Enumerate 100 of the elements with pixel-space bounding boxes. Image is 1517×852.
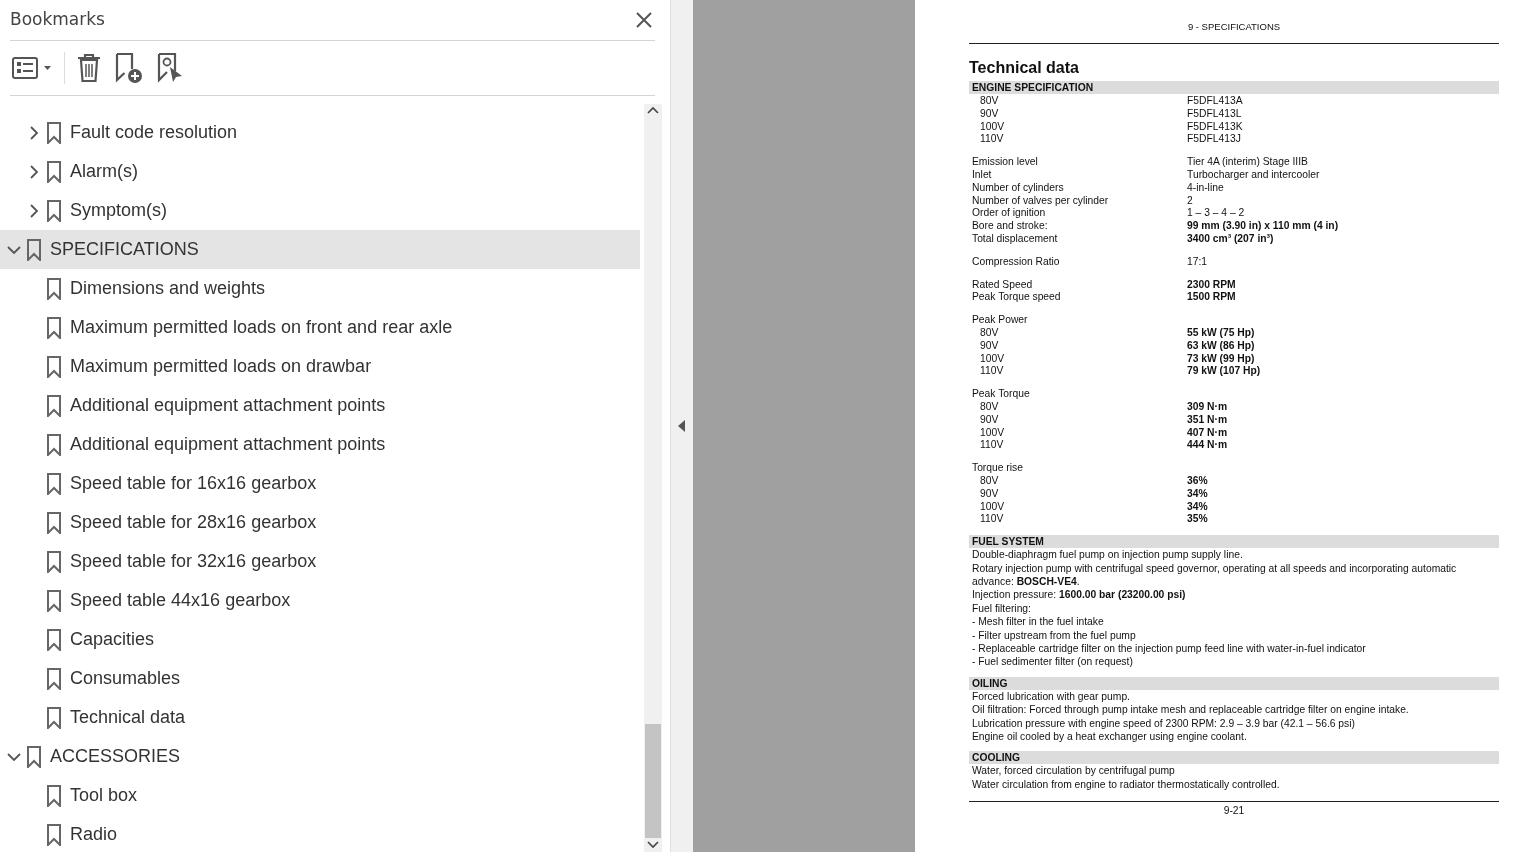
spec-label: 110V	[979, 132, 1005, 146]
panel-title: Bookmarks	[10, 8, 105, 32]
bookmark-icon	[46, 199, 62, 222]
bookmark-item[interactable]: Speed table for 28x16 gearbox	[0, 503, 640, 542]
spec-text: Injection pressure: 1600.00 bar (23200.00 psi)	[971, 588, 1187, 602]
bookmark-item[interactable]: Speed table for 32x16 gearbox	[0, 542, 640, 581]
bookmark-item[interactable]: Symptom(s)	[0, 191, 640, 230]
bookmark-icon	[46, 433, 62, 456]
spec-value: F5DFL413A	[1187, 94, 1243, 107]
spec-label: Torque rise	[972, 461, 1024, 474]
spec-text: Rotary injection pump with centrifugal speed governor, operating at all speeds and incorporating automatic advance: BOSCH-VE4.	[971, 561, 1458, 589]
spec-label: 90V	[979, 486, 1000, 500]
bookmark-icon	[46, 550, 62, 573]
bookmark-item[interactable]: SPECIFICATIONS	[0, 230, 640, 269]
spec-text: Lubrication pressure with engine speed of 2300 RPM: 2.9 – 3.9 bar (42.1 – 56.6 psi)	[971, 716, 1356, 730]
spec-value: 36%	[1187, 473, 1208, 487]
page-heading: Technical data	[969, 58, 1080, 78]
spec-label: Emission level	[972, 155, 1039, 168]
spec-label: Compression Ratio	[972, 254, 1061, 268]
spec-text: Water circulation from engine to radiator thermostatically controlled.	[971, 777, 1281, 792]
spec-value: 1500 RPM	[1187, 290, 1236, 304]
section-heading: FUEL SYSTEM	[969, 535, 1499, 549]
spec-label: 80V	[979, 94, 1000, 107]
section-heading: OILING	[969, 676, 1499, 690]
spec-text: Water, forced circulation by centrifugal pump	[971, 764, 1176, 778]
spec-label: Peak Torque speed	[972, 290, 1062, 304]
spec-text: - Filter upstream from the fuel pump	[971, 628, 1137, 642]
bookmark-item[interactable]: Additional equipment attachment points	[0, 386, 640, 425]
bookmark-item[interactable]: Radio	[0, 815, 640, 852]
bookmark-item[interactable]: Alarm(s)	[0, 152, 640, 191]
spec-value: 3400 cm³ (207 in³)	[1187, 231, 1274, 245]
section-heading: COOLING	[969, 751, 1499, 765]
spec-label: Number of cylinders	[972, 180, 1065, 194]
bookmark-item[interactable]: Maximum permitted loads on front and rear axle	[0, 308, 640, 347]
spec-value: 4-in-line	[1187, 180, 1224, 194]
spec-label: 90V	[979, 412, 1000, 426]
spec-label: 100V	[979, 351, 1006, 365]
bookmark-item[interactable]: Consumables	[0, 659, 640, 698]
spec-text: Fuel filtering:	[971, 601, 1032, 616]
spec-label: 110V	[979, 438, 1005, 452]
bookmark-icon	[46, 823, 62, 846]
spec-value: 34%	[1187, 486, 1208, 500]
bookmark-item[interactable]: Speed table for 16x16 gearbox	[0, 464, 640, 503]
bookmark-icon	[46, 784, 62, 807]
bookmark-icon	[46, 160, 62, 183]
spec-label: 100V	[979, 119, 1006, 133]
bookmark-icon	[46, 355, 62, 378]
spec-value: 55 kW (75 Hp)	[1187, 325, 1255, 339]
spec-label: 100V	[979, 425, 1006, 439]
bookmark-item[interactable]: Fault code resolution	[0, 113, 640, 152]
bookmark-item[interactable]: ACCESSORIES	[0, 737, 640, 776]
spec-label: 110V	[979, 364, 1005, 378]
bookmark-item[interactable]: Speed table 44x16 gearbox	[0, 581, 640, 620]
running-header: 9 - SPECIFICATIONS	[969, 20, 1499, 44]
section-heading: ENGINE SPECIFICATION	[969, 81, 1499, 94]
add-bookmark-icon[interactable]	[113, 51, 145, 85]
spec-value: 63 kW (86 Hp)	[1187, 338, 1255, 352]
bookmark-icon	[26, 745, 42, 768]
spec-label: Rated Speed	[972, 277, 1034, 291]
spec-value: 34%	[1187, 499, 1208, 513]
page-number: 9-21	[969, 801, 1499, 818]
bookmark-icon	[26, 238, 42, 261]
spec-value: 1 – 3 – 4 – 2	[1187, 206, 1245, 220]
scroll-thumb[interactable]	[645, 724, 661, 838]
spec-value: 73 kW (99 Hp)	[1187, 351, 1255, 365]
bookmark-item[interactable]: Tool box	[0, 776, 640, 815]
bookmark-icon	[46, 121, 62, 144]
spec-label: 100V	[979, 499, 1006, 513]
spec-text: Oil filtration: Forced through pump intake mesh and replaceable cartridge filter on engine intake.	[971, 703, 1410, 717]
spec-label: Order of ignition	[972, 206, 1047, 220]
spec-label: 80V	[979, 325, 1000, 339]
bookmark-icon	[46, 277, 62, 300]
spec-label: Total displacement	[972, 231, 1059, 245]
spec-value: 99 mm (3.90 in) x 110 mm (4 in)	[1187, 219, 1339, 232]
spec-value: 309 N·m	[1187, 399, 1228, 413]
bookmark-item[interactable]: Capacities	[0, 620, 640, 659]
spec-value: 2300 RPM	[1187, 277, 1236, 291]
collapse-arrow-icon[interactable]	[678, 420, 686, 432]
bookmark-icon	[46, 511, 62, 534]
spec-value: 351 N·m	[1187, 412, 1228, 426]
spec-value: 79 kW (107 Hp)	[1187, 364, 1261, 378]
spec-value: F5DFL413J	[1187, 132, 1241, 146]
spec-value: 17:1	[1187, 254, 1208, 268]
bookmark-item[interactable]: Additional equipment attachment points	[0, 425, 640, 464]
bookmark-item[interactable]: Dimensions and weights	[0, 269, 640, 308]
spec-label: Peak Torque	[972, 387, 1031, 400]
bookmark-icon	[46, 667, 62, 690]
spec-label: Inlet	[972, 168, 993, 181]
spec-text: - Mesh filter in the fuel intake	[971, 615, 1105, 629]
trash-icon[interactable]	[75, 52, 103, 84]
spec-value: 444 N·m	[1187, 438, 1228, 452]
bookmark-item[interactable]: Technical data	[0, 698, 640, 737]
spec-label: Bore and stroke:	[972, 219, 1049, 232]
spec-value: F5DFL413K	[1187, 119, 1243, 133]
spec-text: Double-diaphragm fuel pump on injection pump supply line.	[971, 548, 1244, 562]
bookmark-item[interactable]: Maximum permitted loads on drawbar	[0, 347, 640, 386]
spec-value: Turbocharger and intercooler	[1187, 168, 1320, 181]
scrollbar[interactable]	[644, 104, 662, 852]
spec-label: 80V	[979, 399, 1000, 413]
spec-value: 35%	[1187, 512, 1208, 526]
